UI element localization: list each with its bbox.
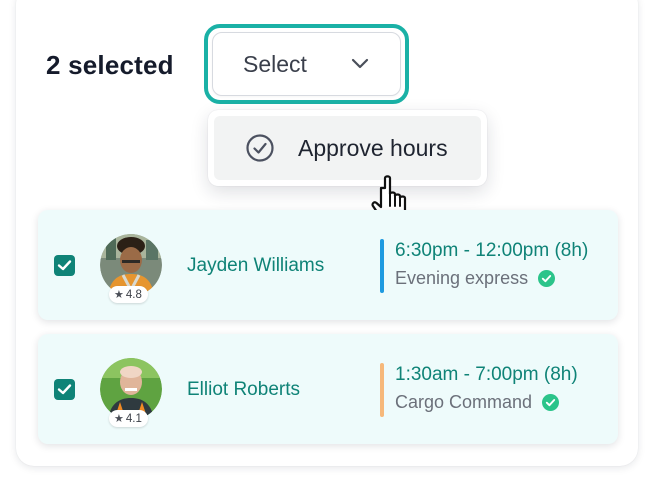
- shift-role: Evening express: [395, 268, 556, 289]
- shift-card[interactable]: ★ 4.8 Jayden Williams 6:30pm - 12:00pm (…: [38, 210, 618, 320]
- row-checkbox[interactable]: [54, 255, 75, 276]
- select-dropdown[interactable]: Select: [212, 32, 401, 96]
- avatar: ★ 4.8: [100, 234, 162, 304]
- rating-value: 4.1: [125, 412, 142, 425]
- shift-color-bar: [380, 239, 384, 293]
- star-icon: ★: [114, 289, 124, 301]
- worker-name[interactable]: Elliot Roberts: [187, 379, 300, 401]
- select-dropdown-focus-ring: Select: [204, 24, 409, 104]
- star-icon: ★: [114, 413, 124, 425]
- shift-card[interactable]: ★ 4.1 Elliot Roberts 1:30am - 7:00pm (8h…: [38, 334, 618, 444]
- avatar: ★ 4.1: [100, 358, 162, 428]
- shift-color-bar: [380, 363, 384, 417]
- check-icon: [57, 384, 72, 395]
- menu-item-label: Approve hours: [298, 134, 448, 161]
- shift-time: 6:30pm - 12:00pm (8h): [395, 240, 589, 261]
- rating-value: 4.8: [125, 288, 142, 301]
- chevron-down-icon: [351, 58, 369, 69]
- menu-item-approve-hours[interactable]: Approve hours: [214, 116, 481, 180]
- shift-role-label: Evening express: [395, 268, 529, 288]
- rating-badge: ★ 4.1: [109, 410, 148, 427]
- rating-badge: ★ 4.8: [109, 286, 148, 303]
- verified-check-icon: [538, 270, 556, 287]
- check-icon: [57, 260, 72, 271]
- check-circle-icon: [246, 134, 274, 162]
- shift-role: Cargo Command: [395, 392, 560, 413]
- dropdown-menu: Approve hours: [208, 110, 487, 186]
- shift-time: 1:30am - 7:00pm (8h): [395, 364, 578, 385]
- selected-count: 2 selected: [46, 50, 174, 80]
- worker-name[interactable]: Jayden Williams: [187, 255, 324, 277]
- row-checkbox[interactable]: [54, 379, 75, 400]
- shift-role-label: Cargo Command: [395, 392, 533, 412]
- verified-check-icon: [542, 394, 560, 411]
- select-dropdown-label: Select: [243, 50, 307, 77]
